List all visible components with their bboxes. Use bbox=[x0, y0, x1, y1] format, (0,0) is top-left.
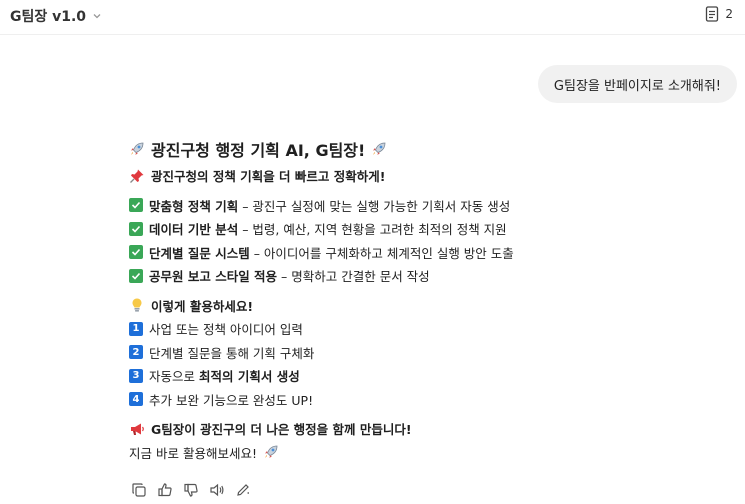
thumbs-up-icon[interactable] bbox=[157, 482, 173, 498]
model-selector[interactable]: G팀장 v1.0 bbox=[10, 6, 102, 26]
feature-desc: – 법령, 예산, 지역 현황을 고려한 최적의 정책 지원 bbox=[238, 222, 507, 238]
rocket-icon bbox=[131, 142, 144, 155]
feature-item: 단계별 질문 시스템 – 아이디어를 구체화하고 체계적인 실행 방안 도출 bbox=[129, 241, 729, 265]
feature-item: 공무원 보고 스타일 적용 – 명확하고 간결한 문서 작성 bbox=[129, 264, 729, 288]
feature-title: 공무원 보고 스타일 적용 bbox=[149, 269, 278, 285]
user-message-text: G팀장을 반페이지로 소개해줘! bbox=[553, 78, 721, 94]
feature-title: 데이터 기반 분석 bbox=[149, 222, 239, 238]
number-badge: 3 bbox=[129, 368, 143, 383]
step-item: 4 추가 보완 기능으로 완성도 UP! bbox=[129, 388, 729, 412]
light-bulb-icon bbox=[132, 298, 142, 312]
step-text-bold: 최적의 기획서 생성 bbox=[198, 369, 300, 385]
step-text: 추가 보완 기능으로 완성도 UP! bbox=[149, 392, 314, 408]
document-count: 2 bbox=[725, 7, 733, 21]
document-icon bbox=[706, 6, 719, 22]
number-badge: 2 bbox=[129, 345, 143, 360]
feature-item: 데이터 기반 분석 – 법령, 예산, 지역 현황을 고려한 최적의 정책 지원 bbox=[129, 217, 729, 241]
feature-title: 맞춤형 정책 기획 bbox=[149, 198, 239, 214]
feature-item: 맞춤형 정책 기획 – 광진구 실정에 맞는 실행 가능한 기획서 자동 생성 bbox=[129, 194, 729, 218]
assistant-response: 광진구청 행정 기획 AI, G팀장! 광진구청의 정책 기획을 더 빠르고 정… bbox=[129, 134, 729, 464]
step-item: 2 단계별 질문을 통해 기획 구체화 bbox=[129, 341, 729, 365]
feature-desc: – 아이디어를 구체화하고 체계적인 실행 방안 도출 bbox=[249, 245, 514, 261]
step-text: 사업 또는 정책 아이디어 입력 bbox=[149, 322, 303, 338]
check-mark-icon bbox=[129, 245, 143, 260]
read-aloud-icon[interactable] bbox=[209, 482, 225, 498]
edit-icon[interactable] bbox=[235, 482, 251, 498]
step-text: 자동으로 bbox=[149, 369, 199, 385]
copy-icon[interactable] bbox=[131, 482, 147, 498]
usage-heading-text: 이렇게 활용하세요! bbox=[151, 298, 254, 314]
response-heading-text: 광진구청 행정 기획 AI, G팀장! bbox=[151, 141, 366, 160]
step-item: 3 자동으로 최적의 기획서 생성 bbox=[129, 364, 729, 388]
check-mark-icon bbox=[129, 221, 143, 236]
feature-desc: – 광진구 실정에 맞는 실행 가능한 기획서 자동 생성 bbox=[238, 198, 511, 214]
check-mark-icon bbox=[129, 268, 143, 283]
rocket-icon bbox=[264, 445, 278, 459]
number-badge: 4 bbox=[129, 392, 143, 407]
usage-heading-line: 이렇게 활용하세요! bbox=[129, 294, 729, 318]
message-actions bbox=[131, 482, 251, 498]
feature-title: 단계별 질문 시스템 bbox=[149, 245, 250, 261]
user-message-bubble: G팀장을 반페이지로 소개해줘! bbox=[537, 65, 737, 103]
number-badge: 1 bbox=[129, 321, 143, 336]
step-text: 단계별 질문을 통해 기획 구체화 bbox=[149, 345, 315, 361]
tagline-line: 광진구청의 정책 기획을 더 빠르고 정확하게! bbox=[129, 164, 729, 188]
thumbs-down-icon[interactable] bbox=[183, 482, 199, 498]
closing-bold-text: G팀장이 광진구의 더 나은 행정을 함께 만듭니다! bbox=[151, 422, 412, 438]
feature-desc: – 명확하고 간결한 문서 작성 bbox=[277, 269, 430, 285]
app-title: G팀장 v1.0 bbox=[10, 9, 87, 25]
top-bar: G팀장 v1.0 2 bbox=[0, 0, 745, 35]
closing-line: 지금 바로 활용해보세요! bbox=[129, 441, 729, 465]
chevron-down-icon bbox=[93, 14, 101, 19]
documents-button[interactable]: 2 bbox=[705, 6, 733, 22]
tagline-text: 광진구청의 정책 기획을 더 빠르고 정확하게! bbox=[151, 169, 386, 185]
closing-bold-line: G팀장이 광진구의 더 나은 행정을 함께 만듭니다! bbox=[129, 417, 729, 441]
rocket-icon bbox=[373, 142, 386, 155]
response-heading: 광진구청 행정 기획 AI, G팀장! bbox=[129, 134, 729, 164]
step-item: 1 사업 또는 정책 아이디어 입력 bbox=[129, 317, 729, 341]
closing-text: 지금 바로 활용해보세요! bbox=[129, 445, 257, 461]
check-mark-icon bbox=[129, 198, 143, 213]
megaphone-icon bbox=[131, 423, 144, 435]
pushpin-icon bbox=[130, 169, 144, 183]
